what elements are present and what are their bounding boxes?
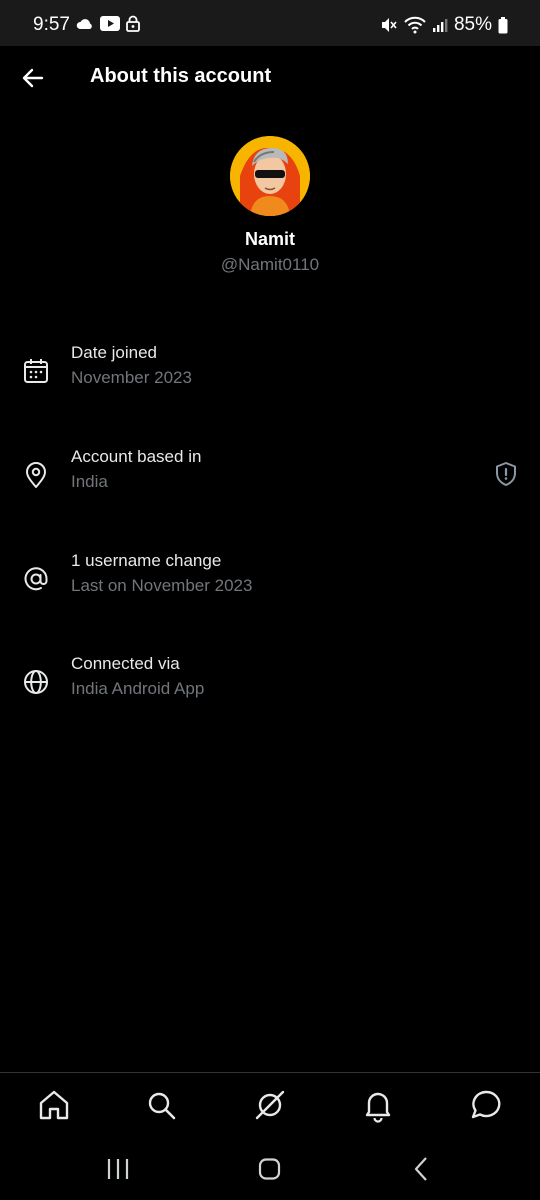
at-sign-icon (24, 567, 48, 591)
back-system-button[interactable] (406, 1156, 436, 1182)
cloud-icon (76, 18, 92, 29)
nav-search-button[interactable] (143, 1087, 179, 1123)
signal-icon (432, 19, 448, 32)
search-icon (148, 1092, 176, 1120)
status-system-icons: 85% (380, 14, 508, 36)
grok-icon (255, 1090, 285, 1120)
info-subtitle: India (71, 472, 108, 491)
profile-name: Namit (244, 229, 295, 249)
mute-icon (381, 18, 397, 32)
nav-notifications-button[interactable] (360, 1087, 396, 1123)
home-circle-icon (258, 1158, 281, 1180)
nav-home-button[interactable] (36, 1087, 72, 1123)
avatar-illustration (230, 136, 310, 216)
status-bar: 9:57 85% (0, 0, 540, 46)
info-subtitle: Last on November 2023 (71, 576, 253, 595)
globe-icon (24, 670, 48, 694)
back-button[interactable] (18, 63, 48, 93)
battery-percent: 85% (453, 14, 492, 35)
info-row-date-joined: Date joined November 2023 (0, 343, 540, 403)
messages-icon (471, 1090, 501, 1119)
info-row-username-change: 1 username change Last on November 2023 (0, 551, 540, 611)
lock-icon (126, 15, 140, 32)
profile-handle: @Namit0110 (220, 255, 320, 274)
info-title: Date joined (71, 343, 158, 362)
info-row-connected-via: Connected via India Android App (0, 654, 540, 714)
info-title: Account based in (71, 447, 202, 466)
info-row-account-based-in: Account based in India (0, 447, 540, 507)
info-subtitle: November 2023 (71, 368, 192, 387)
system-navigation-bar (0, 1138, 540, 1200)
page-title: About this account (90, 65, 272, 87)
nav-grok-button[interactable] (252, 1087, 288, 1123)
notifications-icon (365, 1092, 391, 1123)
avatar[interactable] (230, 136, 310, 216)
status-notification-icons (76, 15, 140, 32)
chevron-left-icon (414, 1157, 427, 1181)
home-icon (39, 1090, 69, 1120)
arrow-left-icon (22, 68, 44, 88)
home-system-button[interactable] (255, 1156, 285, 1182)
youtube-icon (100, 16, 120, 31)
top-app-bar: About this account (0, 46, 540, 108)
shield-alert-icon[interactable] (494, 461, 518, 487)
battery-icon (498, 16, 508, 33)
wifi-icon (404, 16, 426, 34)
info-title: 1 username change (71, 551, 222, 570)
location-pin-icon (26, 462, 46, 488)
status-time: 9:57 (33, 14, 70, 35)
recent-apps-icon (107, 1159, 129, 1179)
recent-apps-button[interactable] (103, 1156, 133, 1182)
nav-messages-button[interactable] (468, 1087, 504, 1123)
info-subtitle: India Android App (71, 679, 205, 698)
calendar-icon (24, 359, 48, 383)
bottom-navigation (0, 1072, 540, 1139)
info-title: Connected via (71, 654, 180, 673)
